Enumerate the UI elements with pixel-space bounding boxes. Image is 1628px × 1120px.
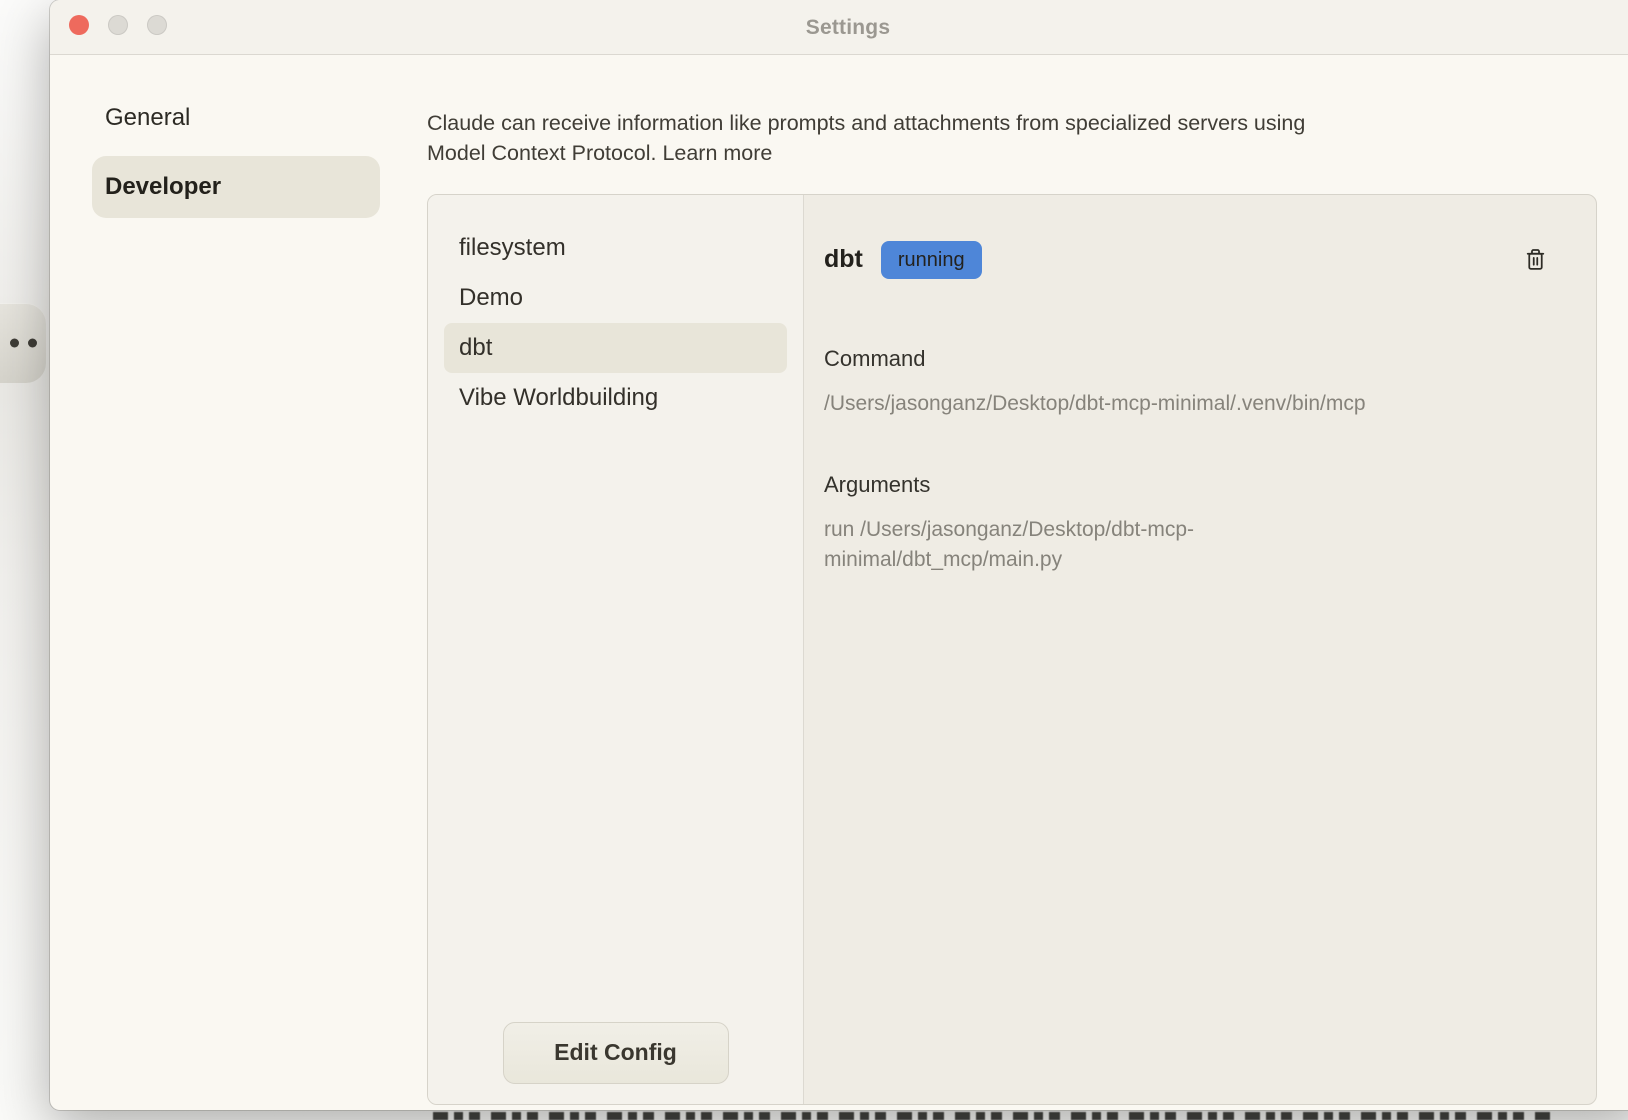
sidebar-item-developer[interactable]: Developer <box>92 156 380 218</box>
command-value: /Users/jasonganz/Desktop/dbt-mcp-minimal… <box>824 389 1556 419</box>
description-line1: Claude can receive information like prom… <box>427 108 1628 138</box>
window-title: Settings <box>50 0 1628 55</box>
sidebar-item-general[interactable]: General <box>92 87 380 149</box>
close-button[interactable] <box>69 15 89 35</box>
server-detail: dbt running <box>804 195 1596 1104</box>
command-label: Command <box>824 346 1556 372</box>
trash-icon <box>1523 246 1548 273</box>
minimize-button[interactable] <box>108 15 128 35</box>
ellipsis-dots-icon <box>10 339 37 348</box>
settings-sidebar: General Developer <box>50 56 427 1110</box>
edit-config-button[interactable]: Edit Config <box>503 1022 729 1084</box>
arguments-label: Arguments <box>824 472 1556 498</box>
background-clipped-text <box>433 1112 1555 1120</box>
status-badge: running <box>881 241 982 279</box>
description-line2: Model Context Protocol. Learn more <box>427 138 1628 168</box>
delete-server-button[interactable] <box>1521 244 1550 275</box>
arguments-section: Arguments run /Users/jasonganz/Desktop/d… <box>824 472 1556 575</box>
developer-pane: Claude can receive information like prom… <box>427 56 1628 1110</box>
drag-handle-tab[interactable] <box>0 303 46 383</box>
mcp-description: Claude can receive information like prom… <box>427 108 1628 168</box>
window-titlebar[interactable]: Settings <box>50 0 1628 55</box>
zoom-button[interactable] <box>147 15 167 35</box>
server-item-filesystem[interactable]: filesystem <box>444 223 787 273</box>
mcp-servers-panel: filesystemDemodbtVibe Worldbuilding Edit… <box>427 194 1597 1105</box>
settings-content: General Developer Claude can receive info… <box>50 56 1628 1110</box>
server-item-dbt[interactable]: dbt <box>444 323 787 373</box>
learn-more-link[interactable]: Learn more <box>662 141 772 165</box>
server-item-demo[interactable]: Demo <box>444 273 787 323</box>
settings-window: Settings General Developer Claude can rec… <box>50 0 1628 1110</box>
dot-icon <box>10 339 19 348</box>
server-list: filesystemDemodbtVibe Worldbuilding Edit… <box>428 195 804 1104</box>
dot-icon <box>28 339 37 348</box>
command-section: Command /Users/jasonganz/Desktop/dbt-mcp… <box>824 346 1556 419</box>
server-item-vibe-worldbuilding[interactable]: Vibe Worldbuilding <box>444 373 787 423</box>
traffic-lights <box>69 15 167 35</box>
arguments-value: run /Users/jasonganz/Desktop/dbt-mcp-min… <box>824 515 1344 575</box>
server-name: dbt <box>824 245 863 274</box>
server-detail-header: dbt running <box>824 241 1556 279</box>
desktop-background: { "titlebar": { "title": "Settings" }, "… <box>0 0 1628 1120</box>
description-line2-text: Model Context Protocol. <box>427 141 656 165</box>
